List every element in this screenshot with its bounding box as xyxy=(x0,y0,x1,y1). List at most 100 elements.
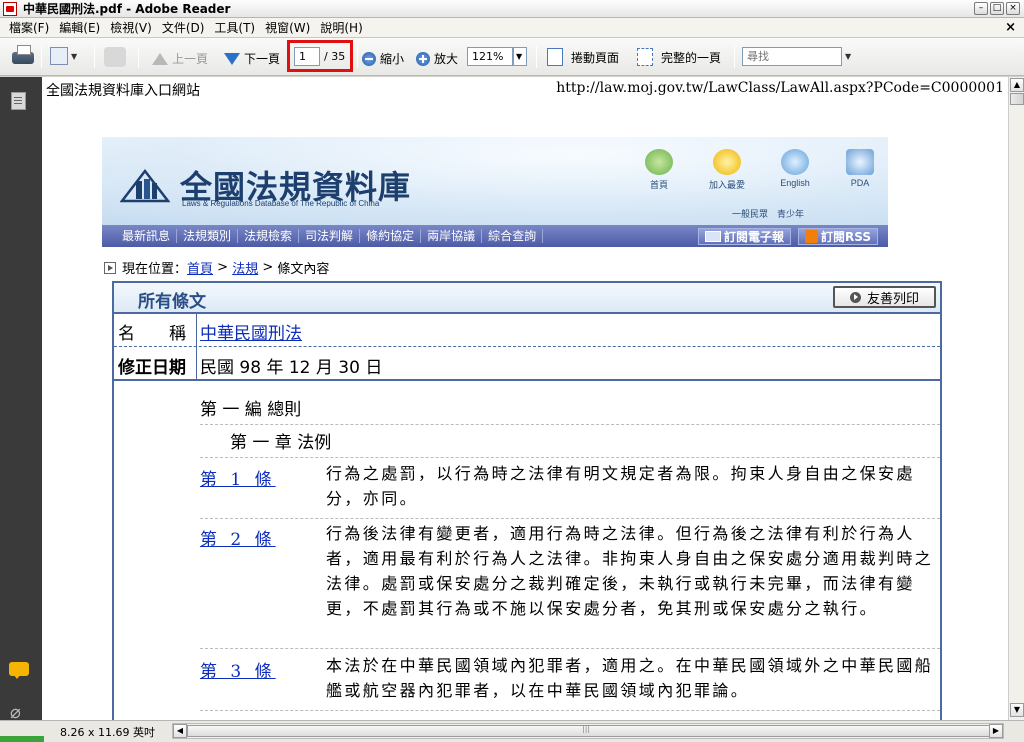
scroll-down-button[interactable]: ▼ xyxy=(1010,703,1024,717)
breadcrumb-current: 條文內容 xyxy=(277,262,330,277)
page-number-highlight xyxy=(287,40,353,72)
menu-document[interactable]: 文件(D) xyxy=(157,18,210,38)
chevron-down-icon[interactable]: ▼ xyxy=(513,47,527,66)
subscribe-rss-button[interactable]: 訂閱RSS xyxy=(798,228,878,245)
favorite-icon xyxy=(713,149,741,175)
article-number-link[interactable]: 第 2 條 xyxy=(200,525,276,550)
chevron-down-icon[interactable]: ▼ xyxy=(845,52,851,61)
scroll-mode-button[interactable]: 捲動頁面 xyxy=(547,48,619,66)
page-header-url: http://law.moj.gov.tw/LawClass/LawAll.as… xyxy=(556,80,1004,96)
arrow-down-icon xyxy=(224,52,240,65)
collaborate-button[interactable] xyxy=(104,47,126,67)
zoom-in-button[interactable]: 放大 xyxy=(416,50,458,67)
part-heading: 第 一 編 總則 xyxy=(200,395,940,425)
section-header: 所有條文 友善列印 xyxy=(114,283,940,314)
toolbar: ▼ 上一頁 下一頁 1 / 35 縮小 放大 121% ▼ 捲動頁面 完整的一頁 xyxy=(0,38,1024,76)
next-page-label: 下一頁 xyxy=(244,52,281,66)
breadcrumb-home-link[interactable]: 首頁 xyxy=(187,258,213,277)
add-favorite-link[interactable]: 加入最愛 xyxy=(698,149,756,191)
menu-window[interactable]: 視窗(W) xyxy=(260,18,315,38)
home-link[interactable]: 首頁 xyxy=(630,149,688,191)
fit-page-label: 完整的一頁 xyxy=(661,50,722,65)
play-circle-icon xyxy=(849,291,861,303)
law-name-link[interactable]: 中華民國刑法 xyxy=(200,319,302,344)
mail-icon xyxy=(705,231,721,242)
menu-help[interactable]: 說明(H) xyxy=(315,18,367,38)
site-logo-icon xyxy=(120,168,170,203)
next-page-button[interactable]: 下一頁 xyxy=(224,50,280,67)
close-button[interactable]: × xyxy=(1006,2,1020,15)
subscribe-newsletter-button[interactable]: 訂閱電子報 xyxy=(698,228,792,245)
site-subtitle: Laws & Regulations Database of The Repub… xyxy=(182,199,380,208)
nav-latest-news[interactable]: 最新訊息 xyxy=(116,229,178,243)
scroll-mode-label: 捲動頁面 xyxy=(571,50,620,65)
friendly-print-label: 友善列印 xyxy=(866,291,919,307)
article-number-link[interactable]: 第 3 條 xyxy=(200,657,276,682)
fit-page-button[interactable]: 完整的一頁 xyxy=(637,48,721,66)
search-input[interactable] xyxy=(742,47,842,66)
document-view[interactable]: 全國法規資料庫入口網站 http://law.moj.gov.tw/LawCla… xyxy=(42,77,1008,720)
menu-view[interactable]: 檢視(V) xyxy=(105,18,157,38)
taskbar-strip xyxy=(0,736,44,742)
minimize-button[interactable]: – xyxy=(974,2,988,15)
navigation-pane: ⌀ xyxy=(0,77,42,723)
zoom-value[interactable]: 121% xyxy=(467,47,513,66)
zoom-out-label: 縮小 xyxy=(380,52,405,66)
toolbar-separator xyxy=(41,46,42,68)
article-number-link[interactable]: 第 1 條 xyxy=(200,465,276,490)
law-content-box: 所有條文 友善列印 名 稱 中華民國刑法 修正日期 民國 98 年 12 月 3… xyxy=(112,281,942,720)
friendly-print-button[interactable]: 友善列印 xyxy=(833,286,936,308)
pda-link[interactable]: PDA xyxy=(831,149,889,188)
pda-icon xyxy=(846,149,874,175)
pages-icon[interactable] xyxy=(11,92,26,110)
site-nav: 最新訊息 法規類別 法規檢索 司法判解 條約協定 兩岸協議 綜合查詢 訂閱電子報… xyxy=(102,225,888,247)
nav-law-search[interactable]: 法規檢索 xyxy=(238,229,300,243)
menu-tools[interactable]: 工具(T) xyxy=(209,18,260,38)
pda-label: PDA xyxy=(850,178,870,188)
horizontal-scrollbar[interactable]: ◀ ▶ xyxy=(172,723,1004,739)
amend-date-label: 修正日期 xyxy=(118,358,186,378)
fit-page-icon xyxy=(637,48,653,66)
document-save-icon xyxy=(50,47,68,65)
globe-icon xyxy=(781,149,809,175)
menu-edit[interactable]: 編輯(E) xyxy=(54,18,105,38)
nav-cross-strait[interactable]: 兩岸協議 xyxy=(421,229,483,243)
document-close-button[interactable]: × xyxy=(1005,18,1016,38)
previous-page-label: 上一頁 xyxy=(172,52,209,66)
search-box[interactable]: ▼ xyxy=(742,47,851,66)
menu-file[interactable]: 檔案(F) xyxy=(4,18,54,38)
nav-treaties[interactable]: 條約協定 xyxy=(360,229,422,243)
breadcrumb-prefix: 現在位置： xyxy=(122,262,188,277)
scroll-left-button[interactable]: ◀ xyxy=(173,724,187,738)
add-favorite-label: 加入最愛 xyxy=(708,180,745,190)
toolbar-separator xyxy=(536,46,537,68)
nav-judicial-interpretations[interactable]: 司法判解 xyxy=(299,229,361,243)
law-name-label: 名 稱 xyxy=(118,324,186,344)
english-link[interactable]: English xyxy=(766,149,824,188)
article-row: 第 1 條 行為之處罰，以行為時之法律有明文規定者為限。拘束人身自由之保安處分，… xyxy=(200,461,940,519)
toolbar-separator xyxy=(734,46,735,68)
comments-icon[interactable] xyxy=(9,662,29,679)
zoom-out-button[interactable]: 縮小 xyxy=(362,50,404,67)
scroll-page-icon xyxy=(547,48,563,66)
scroll-right-button[interactable]: ▶ xyxy=(989,724,1003,738)
nav-law-categories[interactable]: 法規類別 xyxy=(177,229,239,243)
breadcrumb-law-link[interactable]: 法規 xyxy=(232,258,258,277)
scrollbar-thumb[interactable] xyxy=(187,724,993,737)
audience-links[interactable]: 一般民眾 青少年 xyxy=(732,207,804,220)
arrow-up-icon xyxy=(152,52,168,65)
article-text: 行為之處罰，以行為時之法律有明文規定者為限。拘束人身自由之保安處分，亦同。 xyxy=(326,464,915,508)
law-name-row: 名 稱 中華民國刑法 xyxy=(114,314,940,347)
page-header-left: 全國法規資料庫入口網站 xyxy=(46,83,200,99)
print-button[interactable] xyxy=(12,45,34,64)
previous-page-button[interactable]: 上一頁 xyxy=(152,50,208,67)
zoom-select[interactable]: 121% ▼ xyxy=(467,47,527,66)
scrollbar-thumb[interactable] xyxy=(1010,93,1024,105)
maximize-button[interactable]: □ xyxy=(990,2,1004,15)
scroll-up-button[interactable]: ▲ xyxy=(1010,78,1024,92)
save-dropdown-button[interactable]: ▼ xyxy=(50,47,77,65)
window-title: 中華民國刑法.pdf - Adobe Reader xyxy=(23,2,231,16)
nav-comprehensive-search[interactable]: 綜合查詢 xyxy=(482,229,544,243)
vertical-scrollbar[interactable]: ▲ ▼ xyxy=(1008,77,1024,720)
home-icon xyxy=(645,149,673,175)
